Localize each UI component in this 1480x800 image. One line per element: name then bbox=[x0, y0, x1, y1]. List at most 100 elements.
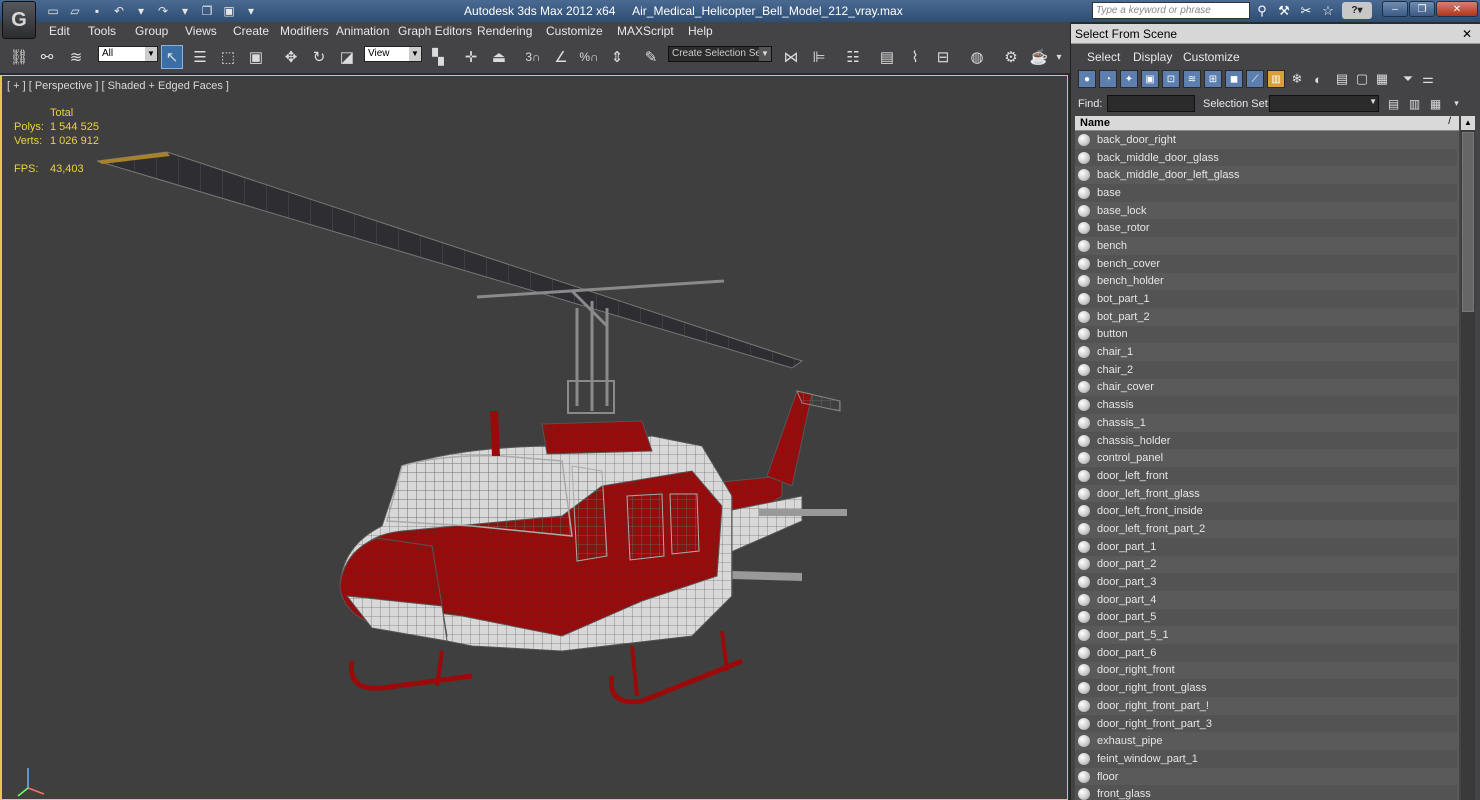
list-item[interactable]: door_left_front_inside bbox=[1075, 502, 1457, 521]
panel-options-icon[interactable]: ▾ bbox=[1448, 95, 1465, 112]
list-item[interactable]: door_right_front_glass bbox=[1075, 679, 1457, 697]
spinner-snap-icon[interactable]: ⇕ bbox=[606, 45, 628, 69]
curve-editor-icon[interactable]: ⌇ bbox=[904, 45, 926, 69]
layer-manager-icon[interactable]: ☷ bbox=[842, 45, 864, 69]
qa-dropdown-icon[interactable]: ▾ bbox=[242, 2, 260, 19]
save-file-icon[interactable]: ▪ bbox=[88, 2, 106, 19]
display-lights-icon[interactable]: ✦ bbox=[1120, 70, 1138, 88]
list-item[interactable]: front_glass bbox=[1075, 785, 1457, 800]
menu-views[interactable]: Views bbox=[185, 24, 217, 38]
list-item[interactable]: back_middle_door_left_glass bbox=[1075, 166, 1457, 185]
close-icon[interactable]: ✕ bbox=[1460, 27, 1474, 41]
select-none-icon[interactable]: ▥ bbox=[1406, 95, 1423, 112]
display-containers-icon[interactable]: ▥ bbox=[1267, 70, 1285, 88]
display-cameras-icon[interactable]: ▣ bbox=[1141, 70, 1159, 88]
list-scrollbar[interactable]: ▲ bbox=[1461, 116, 1475, 800]
name-column-header[interactable]: Name / bbox=[1075, 116, 1459, 131]
menu-group[interactable]: Group bbox=[135, 24, 168, 38]
subscription-icon[interactable]: ⚒ bbox=[1276, 2, 1292, 19]
select-scale-icon[interactable]: ◪ bbox=[336, 45, 358, 69]
list-item[interactable]: chair_2 bbox=[1075, 360, 1457, 379]
list-item[interactable]: base bbox=[1075, 184, 1457, 202]
minimize-button[interactable]: – bbox=[1382, 1, 1408, 17]
list-item[interactable]: door_part_1 bbox=[1075, 537, 1457, 556]
open-file-icon[interactable]: ▱ bbox=[66, 2, 84, 19]
list-item[interactable]: bench_holder bbox=[1075, 272, 1457, 291]
main-rotor-blade[interactable] bbox=[96, 151, 804, 369]
edit-named-selection-icon[interactable]: ✎ bbox=[640, 45, 662, 69]
select-object-icon[interactable]: ↖ bbox=[161, 45, 183, 69]
pivot-center-icon[interactable]: ▚ bbox=[427, 45, 449, 69]
hold-icon[interactable]: ❐ bbox=[198, 2, 216, 19]
angle-snap-icon[interactable]: ∠ bbox=[550, 45, 572, 69]
select-move-icon[interactable]: ✥ bbox=[280, 45, 302, 69]
menu-maxscript[interactable]: MAXScript bbox=[617, 24, 674, 38]
list-item[interactable]: floor bbox=[1075, 767, 1457, 786]
favorites-star-icon[interactable]: ☆ bbox=[1320, 2, 1336, 19]
list-item[interactable]: feint_window_part_1 bbox=[1075, 750, 1457, 768]
filter-options-icon[interactable]: ⚌ bbox=[1419, 70, 1437, 88]
menu-edit[interactable]: Edit bbox=[49, 24, 70, 38]
named-selection-sets-dropdown[interactable]: Create Selection Se ▼ bbox=[668, 46, 772, 62]
rectangular-selection-icon[interactable]: ⬚ bbox=[217, 45, 239, 69]
display-groups-icon[interactable]: ⊞ bbox=[1204, 70, 1222, 88]
unlink-icon[interactable]: ⚯ bbox=[36, 45, 58, 69]
menu-rendering[interactable]: Rendering bbox=[477, 24, 532, 38]
list-item[interactable]: bench_cover bbox=[1075, 254, 1457, 273]
display-bones-icon[interactable]: ⟋ bbox=[1246, 70, 1264, 88]
list-item[interactable]: door_left_front_glass bbox=[1075, 484, 1457, 503]
display-geometry-icon[interactable]: ● bbox=[1078, 70, 1096, 88]
keyboard-shortcut-override-icon[interactable]: ⏏ bbox=[488, 45, 510, 69]
list-item[interactable]: bot_part_2 bbox=[1075, 307, 1457, 326]
percent-snap-icon[interactable]: %∩ bbox=[578, 45, 600, 69]
link-icon[interactable]: ⛓ bbox=[8, 45, 30, 69]
list-item[interactable]: door_left_front bbox=[1075, 467, 1457, 485]
selection-filter-dropdown[interactable]: All ▼ bbox=[98, 46, 158, 62]
dialog-menu-display[interactable]: Display bbox=[1133, 50, 1172, 64]
list-item[interactable]: door_right_front_part_3 bbox=[1075, 714, 1457, 733]
list-item[interactable]: base_lock bbox=[1075, 201, 1457, 220]
window-crossing-icon[interactable]: ▣ bbox=[245, 45, 267, 69]
graphite-modeling-icon[interactable]: ▤ bbox=[876, 45, 898, 69]
scene-object-list[interactable]: Name / back_door_right back_middle_door_g… bbox=[1075, 116, 1459, 800]
dialog-menu-customize[interactable]: Customize bbox=[1183, 50, 1240, 64]
schematic-view-icon[interactable]: ⊟ bbox=[932, 45, 954, 69]
list-item[interactable]: bench bbox=[1075, 237, 1457, 255]
selection-set-dropdown[interactable]: ▼ bbox=[1269, 95, 1379, 112]
list-item[interactable]: chassis_1 bbox=[1075, 414, 1457, 432]
list-item[interactable]: door_left_front_part_2 bbox=[1075, 520, 1457, 538]
menu-create[interactable]: Create bbox=[233, 24, 269, 38]
display-space-warps-icon[interactable]: ≋ bbox=[1183, 70, 1201, 88]
reference-coordinate-dropdown[interactable]: View ▼ bbox=[364, 46, 422, 62]
list-item[interactable]: door_part_2 bbox=[1075, 555, 1457, 574]
project-folder-icon[interactable]: ▣ bbox=[220, 2, 238, 19]
list-item[interactable]: door_part_3 bbox=[1075, 573, 1457, 591]
new-file-icon[interactable]: ▭ bbox=[44, 2, 62, 19]
list-item[interactable]: back_middle_door_glass bbox=[1075, 148, 1457, 167]
rendered-frame-window-icon[interactable]: ☕ bbox=[1028, 45, 1050, 69]
redo-icon[interactable]: ↷ bbox=[154, 2, 172, 19]
toolbar-overflow-icon[interactable]: ▾ bbox=[1052, 45, 1066, 69]
maximize-button[interactable]: ❐ bbox=[1409, 1, 1435, 17]
select-rotate-icon[interactable]: ↻ bbox=[308, 45, 330, 69]
material-editor-icon[interactable]: ◍ bbox=[966, 45, 988, 69]
help-button[interactable]: ?▾ bbox=[1342, 2, 1372, 19]
snaps-toggle-icon[interactable]: 3∩ bbox=[522, 45, 544, 69]
list-item[interactable]: button bbox=[1075, 325, 1457, 344]
select-by-name-icon[interactable]: ☰ bbox=[189, 45, 211, 69]
menu-tools[interactable]: Tools bbox=[88, 24, 116, 38]
perspective-viewport[interactable]: [ + ] [ Perspective ] [ Shaded + Edged F… bbox=[0, 75, 1068, 800]
display-all-icon[interactable]: ▤ bbox=[1333, 70, 1351, 88]
select-invert-icon[interactable]: ▦ bbox=[1427, 95, 1444, 112]
dialog-menu-select[interactable]: Select bbox=[1087, 50, 1120, 64]
display-hidden-icon[interactable]: ◐ bbox=[1309, 70, 1327, 88]
list-item[interactable]: bot_part_1 bbox=[1075, 290, 1457, 308]
fuselage[interactable] bbox=[339, 411, 733, 652]
close-button[interactable]: ✕ bbox=[1436, 1, 1478, 17]
scroll-up-icon[interactable]: ▲ bbox=[1461, 116, 1475, 130]
list-item[interactable]: door_part_5_1 bbox=[1075, 626, 1457, 644]
list-item[interactable]: door_right_front bbox=[1075, 661, 1457, 680]
undo-dropdown-icon[interactable]: ▾ bbox=[132, 2, 150, 19]
list-item[interactable]: control_panel bbox=[1075, 449, 1457, 468]
binoculars-icon[interactable]: ⚲ bbox=[1254, 2, 1270, 19]
